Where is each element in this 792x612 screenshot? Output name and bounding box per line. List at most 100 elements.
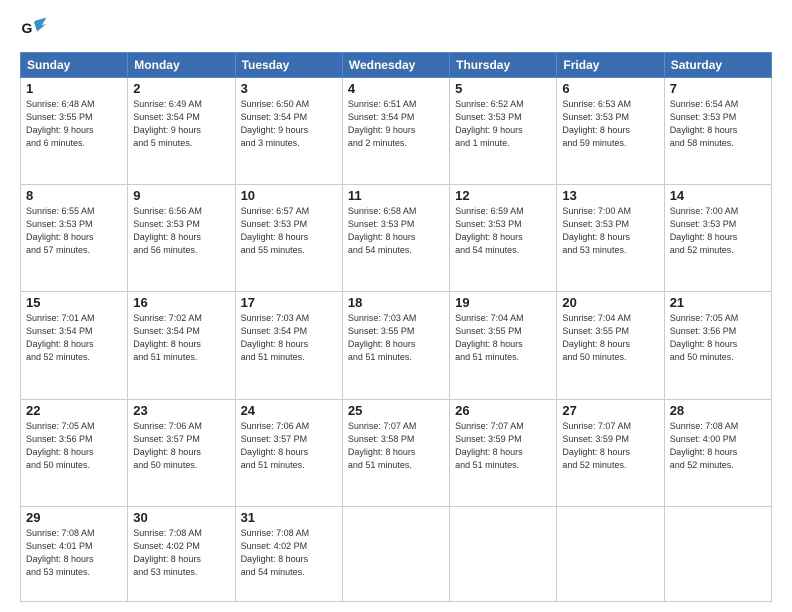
- day-info: Sunrise: 7:07 AM Sunset: 3:59 PM Dayligh…: [562, 420, 658, 472]
- day-info: Sunrise: 6:49 AM Sunset: 3:54 PM Dayligh…: [133, 98, 229, 150]
- day-number: 29: [26, 510, 122, 525]
- day-number: 15: [26, 295, 122, 310]
- calendar-week-row: 15 Sunrise: 7:01 AM Sunset: 3:54 PM Dayli…: [21, 292, 772, 399]
- day-number: 8: [26, 188, 122, 203]
- day-info: Sunrise: 7:06 AM Sunset: 3:57 PM Dayligh…: [241, 420, 337, 472]
- day-number: 5: [455, 81, 551, 96]
- weekday-header-tuesday: Tuesday: [235, 53, 342, 78]
- weekday-header-friday: Friday: [557, 53, 664, 78]
- calendar-cell: 27Sunrise: 7:07 AM Sunset: 3:59 PM Dayli…: [557, 399, 664, 506]
- day-info: Sunrise: 7:06 AM Sunset: 3:57 PM Dayligh…: [133, 420, 229, 472]
- day-number: 17: [241, 295, 337, 310]
- calendar-cell: [342, 506, 449, 601]
- day-info: Sunrise: 7:07 AM Sunset: 3:58 PM Dayligh…: [348, 420, 444, 472]
- calendar-week-row: 8 Sunrise: 6:55 AM Sunset: 3:53 PM Daylig…: [21, 185, 772, 292]
- day-info: Sunrise: 6:50 AM Sunset: 3:54 PM Dayligh…: [241, 98, 337, 150]
- day-number: 10: [241, 188, 337, 203]
- svg-text:G: G: [22, 20, 33, 36]
- day-number: 6: [562, 81, 658, 96]
- calendar-cell: 12 Sunrise: 6:59 AM Sunset: 3:53 PM Dayli…: [450, 185, 557, 292]
- calendar-cell: 29 Sunrise: 7:08 AM Sunset: 4:01 PM Dayli…: [21, 506, 128, 601]
- calendar-cell: 31 Sunrise: 7:08 AM Sunset: 4:02 PM Dayli…: [235, 506, 342, 601]
- calendar-cell: 9Sunrise: 6:56 AM Sunset: 3:53 PM Daylig…: [128, 185, 235, 292]
- day-info: Sunrise: 7:01 AM Sunset: 3:54 PM Dayligh…: [26, 312, 122, 364]
- calendar-cell: 5 Sunrise: 6:52 AM Sunset: 3:53 PM Daylig…: [450, 78, 557, 185]
- day-number: 22: [26, 403, 122, 418]
- day-info: Sunrise: 7:08 AM Sunset: 4:02 PM Dayligh…: [133, 527, 229, 579]
- day-info: Sunrise: 7:03 AM Sunset: 3:55 PM Dayligh…: [348, 312, 444, 364]
- calendar-cell: 3 Sunrise: 6:50 AM Sunset: 3:54 PM Daylig…: [235, 78, 342, 185]
- weekday-header-sunday: Sunday: [21, 53, 128, 78]
- day-number: 7: [670, 81, 766, 96]
- day-number: 25: [348, 403, 444, 418]
- weekday-header-thursday: Thursday: [450, 53, 557, 78]
- day-info: Sunrise: 7:05 AM Sunset: 3:56 PM Dayligh…: [26, 420, 122, 472]
- day-info: Sunrise: 7:00 AM Sunset: 3:53 PM Dayligh…: [670, 205, 766, 257]
- day-number: 31: [241, 510, 337, 525]
- calendar-cell: 19Sunrise: 7:04 AM Sunset: 3:55 PM Dayli…: [450, 292, 557, 399]
- weekday-header-wednesday: Wednesday: [342, 53, 449, 78]
- day-info: Sunrise: 6:48 AM Sunset: 3:55 PM Dayligh…: [26, 98, 122, 150]
- calendar-cell: 24 Sunrise: 7:06 AM Sunset: 3:57 PM Dayli…: [235, 399, 342, 506]
- calendar-cell: 1 Sunrise: 6:48 AM Sunset: 3:55 PM Daylig…: [21, 78, 128, 185]
- calendar-cell: 23 Sunrise: 7:06 AM Sunset: 3:57 PM Dayli…: [128, 399, 235, 506]
- calendar-cell: 10 Sunrise: 6:57 AM Sunset: 3:53 PM Dayli…: [235, 185, 342, 292]
- calendar-cell: 17 Sunrise: 7:03 AM Sunset: 3:54 PM Dayli…: [235, 292, 342, 399]
- day-info: Sunrise: 6:59 AM Sunset: 3:53 PM Dayligh…: [455, 205, 551, 257]
- calendar-cell: 16Sunrise: 7:02 AM Sunset: 3:54 PM Dayli…: [128, 292, 235, 399]
- day-info: Sunrise: 6:52 AM Sunset: 3:53 PM Dayligh…: [455, 98, 551, 150]
- calendar-cell: 14 Sunrise: 7:00 AM Sunset: 3:53 PM Dayli…: [664, 185, 771, 292]
- day-info: Sunrise: 6:55 AM Sunset: 3:53 PM Dayligh…: [26, 205, 122, 257]
- logo: G: [20, 16, 52, 44]
- day-info: Sunrise: 6:57 AM Sunset: 3:53 PM Dayligh…: [241, 205, 337, 257]
- calendar-cell: 20 Sunrise: 7:04 AM Sunset: 3:55 PM Dayli…: [557, 292, 664, 399]
- calendar-cell: 21 Sunrise: 7:05 AM Sunset: 3:56 PM Dayli…: [664, 292, 771, 399]
- day-info: Sunrise: 6:54 AM Sunset: 3:53 PM Dayligh…: [670, 98, 766, 150]
- calendar-cell: [557, 506, 664, 601]
- day-info: Sunrise: 7:00 AM Sunset: 3:53 PM Dayligh…: [562, 205, 658, 257]
- weekday-header-saturday: Saturday: [664, 53, 771, 78]
- logo-icon: G: [20, 16, 48, 44]
- calendar-cell: 11Sunrise: 6:58 AM Sunset: 3:53 PM Dayli…: [342, 185, 449, 292]
- day-number: 9: [133, 188, 229, 203]
- day-number: 21: [670, 295, 766, 310]
- page: G SundayMondayTuesdayWednesdayThursdayFr…: [0, 0, 792, 612]
- calendar-cell: 4 Sunrise: 6:51 AM Sunset: 3:54 PM Daylig…: [342, 78, 449, 185]
- calendar-cell: 8 Sunrise: 6:55 AM Sunset: 3:53 PM Daylig…: [21, 185, 128, 292]
- day-info: Sunrise: 7:04 AM Sunset: 3:55 PM Dayligh…: [455, 312, 551, 364]
- day-info: Sunrise: 6:51 AM Sunset: 3:54 PM Dayligh…: [348, 98, 444, 150]
- calendar-cell: 26Sunrise: 7:07 AM Sunset: 3:59 PM Dayli…: [450, 399, 557, 506]
- day-info: Sunrise: 7:07 AM Sunset: 3:59 PM Dayligh…: [455, 420, 551, 472]
- day-number: 4: [348, 81, 444, 96]
- header: G: [20, 16, 772, 44]
- day-number: 2: [133, 81, 229, 96]
- day-number: 23: [133, 403, 229, 418]
- day-number: 11: [348, 188, 444, 203]
- calendar-cell: 30 Sunrise: 7:08 AM Sunset: 4:02 PM Dayli…: [128, 506, 235, 601]
- calendar-cell: 28 Sunrise: 7:08 AM Sunset: 4:00 PM Dayli…: [664, 399, 771, 506]
- day-number: 1: [26, 81, 122, 96]
- day-number: 20: [562, 295, 658, 310]
- day-number: 30: [133, 510, 229, 525]
- day-number: 14: [670, 188, 766, 203]
- day-info: Sunrise: 7:08 AM Sunset: 4:00 PM Dayligh…: [670, 420, 766, 472]
- calendar-week-row: 22 Sunrise: 7:05 AM Sunset: 3:56 PM Dayli…: [21, 399, 772, 506]
- day-info: Sunrise: 7:03 AM Sunset: 3:54 PM Dayligh…: [241, 312, 337, 364]
- day-number: 28: [670, 403, 766, 418]
- day-info: Sunrise: 7:04 AM Sunset: 3:55 PM Dayligh…: [562, 312, 658, 364]
- day-info: Sunrise: 7:08 AM Sunset: 4:01 PM Dayligh…: [26, 527, 122, 579]
- day-info: Sunrise: 7:08 AM Sunset: 4:02 PM Dayligh…: [241, 527, 337, 579]
- day-number: 13: [562, 188, 658, 203]
- day-info: Sunrise: 7:05 AM Sunset: 3:56 PM Dayligh…: [670, 312, 766, 364]
- calendar-cell: 6Sunrise: 6:53 AM Sunset: 3:53 PM Daylig…: [557, 78, 664, 185]
- calendar-week-row: 29 Sunrise: 7:08 AM Sunset: 4:01 PM Dayli…: [21, 506, 772, 601]
- day-number: 24: [241, 403, 337, 418]
- weekday-header-monday: Monday: [128, 53, 235, 78]
- day-number: 12: [455, 188, 551, 203]
- calendar-cell: [450, 506, 557, 601]
- day-number: 18: [348, 295, 444, 310]
- day-info: Sunrise: 7:02 AM Sunset: 3:54 PM Dayligh…: [133, 312, 229, 364]
- calendar-cell: 18 Sunrise: 7:03 AM Sunset: 3:55 PM Dayli…: [342, 292, 449, 399]
- calendar-cell: 15 Sunrise: 7:01 AM Sunset: 3:54 PM Dayli…: [21, 292, 128, 399]
- day-number: 3: [241, 81, 337, 96]
